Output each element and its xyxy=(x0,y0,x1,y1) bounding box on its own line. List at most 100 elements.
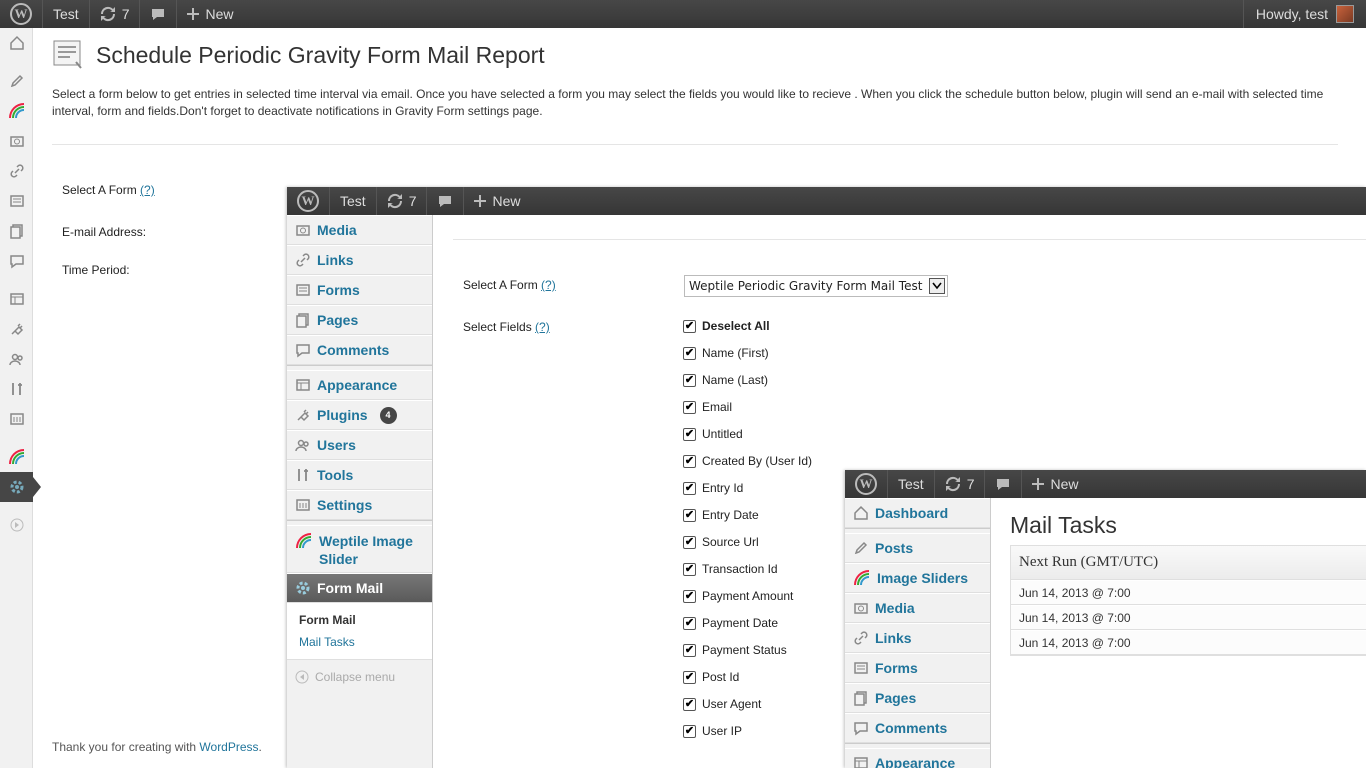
updates-link[interactable]: 7 xyxy=(377,187,428,215)
form-mail-icon[interactable] xyxy=(0,472,41,502)
menu-appearance[interactable]: Appearance xyxy=(287,370,432,400)
menu-media[interactable]: Media xyxy=(845,593,990,623)
checkmark-icon[interactable]: ✔ xyxy=(683,589,696,603)
menu-comments[interactable]: Comments xyxy=(845,713,990,743)
settings-icon[interactable] xyxy=(0,404,33,434)
field-checkbox[interactable]: ✔ Name (First) xyxy=(683,346,769,360)
tools-icon[interactable] xyxy=(0,374,33,404)
checkmark-icon[interactable]: ✔ xyxy=(683,643,696,657)
field-checkbox[interactable]: ✔ Payment Amount xyxy=(683,589,793,603)
help-link[interactable]: (?) xyxy=(541,278,556,292)
form-select[interactable]: Weptile Periodic Gravity Form Mail Test xyxy=(684,275,948,297)
menu-tools[interactable]: Tools xyxy=(287,460,432,490)
menu-form-mail[interactable]: Form Mail xyxy=(287,573,432,603)
field-checkbox[interactable]: ✔ Name (Last) xyxy=(683,373,768,387)
new-content-link[interactable]: New xyxy=(1022,470,1088,498)
checkmark-icon[interactable]: ✔ xyxy=(683,616,696,630)
checkmark-icon[interactable]: ✔ xyxy=(683,373,696,387)
checkmark-icon[interactable]: ✔ xyxy=(683,319,696,333)
field-checkbox[interactable]: ✔ Source Url xyxy=(683,535,759,549)
site-name-link[interactable]: Test xyxy=(888,470,935,498)
menu-settings[interactable]: Settings xyxy=(287,490,432,520)
posts-icon[interactable] xyxy=(0,66,33,96)
menu-pages[interactable]: Pages xyxy=(845,683,990,713)
comments-link[interactable] xyxy=(140,0,178,28)
collapse-menu-icon[interactable] xyxy=(0,510,33,540)
collapse-menu[interactable]: Collapse menu xyxy=(287,660,432,694)
field-checkbox[interactable]: ✔ User IP xyxy=(683,724,742,738)
field-label: User Agent xyxy=(702,697,762,711)
menu-pages[interactable]: Pages xyxy=(287,305,432,335)
field-checkbox[interactable]: ✔ Transaction Id xyxy=(683,562,778,576)
account-menu[interactable]: Howdy, test xyxy=(1242,0,1366,28)
field-checkbox[interactable]: ✔ Post Id xyxy=(683,670,739,684)
menu-forms[interactable]: Forms xyxy=(845,653,990,683)
menu-appearance[interactable]: Appearance xyxy=(845,748,990,768)
menu-forms[interactable]: Forms xyxy=(287,275,432,305)
menu-posts[interactable]: Posts xyxy=(845,533,990,563)
field-checkbox[interactable]: ✔ Payment Status xyxy=(683,643,787,657)
media-icon[interactable] xyxy=(0,126,33,156)
menu-media[interactable]: Media xyxy=(287,215,432,245)
plugins-icon[interactable] xyxy=(0,314,33,344)
field-checkbox[interactable]: ✔ Entry Id xyxy=(683,481,743,495)
field-checkbox[interactable]: ✔ Payment Date xyxy=(683,616,778,630)
forms-icon[interactable] xyxy=(0,186,33,216)
submenu-form-mail[interactable]: Form Mail xyxy=(299,609,432,631)
wp-logo-menu[interactable]: W xyxy=(845,470,888,498)
field-checkbox[interactable]: ✔ Untitled xyxy=(683,427,743,441)
checkmark-icon[interactable]: ✔ xyxy=(683,508,696,522)
checkmark-icon[interactable]: ✔ xyxy=(683,697,696,711)
checkmark-icon[interactable]: ✔ xyxy=(683,562,696,576)
menu-comments[interactable]: Comments xyxy=(287,335,432,365)
field-checkbox[interactable]: ✔ Email xyxy=(683,400,732,414)
forms-icon xyxy=(296,284,310,296)
comments-link[interactable] xyxy=(985,470,1023,498)
new-content-link[interactable]: New xyxy=(464,187,530,215)
deselect-all-checkbox[interactable]: ✔ Deselect All xyxy=(683,319,770,333)
column-header-next-run[interactable]: Next Run (GMT/UTC) xyxy=(1011,546,1366,580)
site-name-link[interactable]: Test xyxy=(330,187,377,215)
submenu-mail-tasks[interactable]: Mail Tasks xyxy=(299,631,432,653)
appearance-icon[interactable] xyxy=(0,284,33,314)
dashboard-icon[interactable] xyxy=(0,28,33,58)
menu-links[interactable]: Links xyxy=(287,245,432,275)
menu-links[interactable]: Links xyxy=(845,623,990,653)
field-checkbox[interactable]: ✔ Entry Date xyxy=(683,508,759,522)
field-label: Name (First) xyxy=(702,346,769,360)
menu-plugins[interactable]: Plugins 4 xyxy=(287,400,432,430)
checkmark-icon[interactable]: ✔ xyxy=(683,670,696,684)
wp-logo-menu[interactable]: W xyxy=(0,0,43,28)
help-link[interactable]: (?) xyxy=(535,320,550,334)
menu-image-sliders[interactable]: Image Sliders xyxy=(845,563,990,593)
checkmark-icon[interactable]: ✔ xyxy=(683,724,696,738)
updates-link[interactable]: 7 xyxy=(935,470,986,498)
links-icon[interactable] xyxy=(0,156,33,186)
field-checkbox[interactable]: ✔ Created By (User Id) xyxy=(683,454,812,468)
checkmark-icon[interactable]: ✔ xyxy=(683,454,696,468)
pages-icon[interactable] xyxy=(0,216,33,246)
comments-icon[interactable] xyxy=(0,246,33,276)
checkmark-icon[interactable]: ✔ xyxy=(683,535,696,549)
field-label: Created By (User Id) xyxy=(702,454,813,468)
checkmark-icon[interactable]: ✔ xyxy=(683,427,696,441)
menu-weptile-image-slider[interactable]: Weptile Image Slider xyxy=(287,525,432,573)
menu-users[interactable]: Users xyxy=(287,430,432,460)
wordpress-link[interactable]: WordPress xyxy=(199,740,258,754)
image-slider-icon[interactable] xyxy=(0,96,33,126)
users-icon[interactable] xyxy=(0,344,33,374)
admin-menu: Media Links Forms Pages Comments Appeara… xyxy=(287,215,433,768)
weptile-slider-icon[interactable] xyxy=(0,442,33,472)
checkmark-icon[interactable]: ✔ xyxy=(683,400,696,414)
field-checkbox[interactable]: ✔ User Agent xyxy=(683,697,761,711)
comments-link[interactable] xyxy=(427,187,465,215)
menu-dashboard[interactable]: Dashboard xyxy=(845,498,990,528)
checkmark-icon[interactable]: ✔ xyxy=(683,481,696,495)
checkmark-icon[interactable]: ✔ xyxy=(683,346,696,360)
updates-link[interactable]: 7 xyxy=(90,0,141,28)
field-label: Payment Date xyxy=(702,616,779,630)
site-name-link[interactable]: Test xyxy=(43,0,90,28)
help-link[interactable]: (?) xyxy=(140,183,155,197)
wp-logo-menu[interactable]: W xyxy=(287,187,330,215)
new-content-link[interactable]: New xyxy=(177,0,243,28)
